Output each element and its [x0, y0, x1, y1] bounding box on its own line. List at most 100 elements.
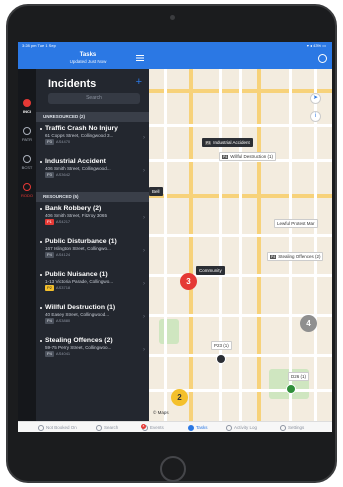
list-view-icon[interactable] — [136, 54, 144, 62]
person-icon — [38, 424, 44, 431]
tab-events[interactable]: 8 Events — [141, 422, 164, 432]
incident-title: Stealing Offences (2) — [45, 337, 113, 344]
priority-badge: P3 — [45, 139, 54, 145]
map-label-community[interactable]: Community — [196, 266, 225, 275]
incident-id: AS4041 — [55, 351, 71, 356]
incident-meta: P3 AS3642 — [45, 172, 149, 178]
bullet-icon — [40, 208, 42, 210]
rail-label: BCST — [21, 165, 33, 170]
unit-pin-icon[interactable] — [286, 384, 296, 394]
chevron-right-icon: › — [143, 281, 145, 287]
rail-item-rodo[interactable]: RODO — [18, 183, 36, 198]
status-time: 3:28 pm Tue 1 Sep — [22, 43, 56, 48]
front-camera — [170, 15, 175, 20]
tab-not-booked-on[interactable]: Not Booked On — [38, 422, 77, 432]
park-area — [159, 319, 179, 344]
search-input[interactable]: Search — [48, 93, 140, 104]
incident-id: AS3718 — [55, 285, 71, 290]
rail-label: RODO — [21, 193, 33, 198]
chevron-right-icon: › — [143, 248, 145, 254]
rail-item-broadcast[interactable]: BCST — [18, 155, 36, 170]
status-bar: 3:28 pm Tue 1 Sep ▾ ◂ 43% ▭ — [18, 42, 332, 49]
priority-badge: P4 — [45, 252, 54, 258]
incident-title: Industrial Accident — [45, 158, 106, 165]
bullet-icon — [40, 241, 42, 243]
priority-badge: P4 — [45, 318, 54, 324]
incident-cluster[interactable]: 4 — [300, 315, 317, 332]
incident-title: Public Disturbance (1) — [45, 238, 117, 245]
chevron-right-icon: › — [143, 168, 145, 174]
incident-item[interactable]: Public Disturbance (1) 167 Islington Str… — [36, 238, 149, 258]
bullet-icon — [40, 274, 42, 276]
incident-item[interactable]: Public Nuisance (1) 1-13 Victoria Parade… — [36, 271, 149, 291]
incident-title: Willful Destruction (1) — [45, 304, 116, 311]
priority-tag: P4 — [222, 155, 229, 159]
incident-id: AS4470 — [55, 139, 71, 144]
chevron-right-icon: › — [143, 135, 145, 141]
activity-icon — [226, 424, 232, 431]
tab-label: Not Booked On — [46, 425, 77, 430]
bullet-icon — [40, 128, 42, 130]
header-title: Tasks — [79, 52, 97, 58]
home-button[interactable] — [160, 456, 186, 482]
tab-activity-log[interactable]: Activity Log — [226, 422, 257, 432]
priority-badge: P4 — [45, 351, 54, 357]
incident-map[interactable]: ➤ i P3 Industrial Accident P4 Willful Dest… — [149, 69, 332, 421]
map-label-text: Stealing Offences (2) — [278, 254, 321, 259]
incident-item[interactable]: Stealing Offences (2) 59-75 Perry Street… — [36, 337, 149, 357]
add-incident-button[interactable]: + — [136, 76, 142, 88]
section-unresourced[interactable]: UNRESOURCED (2) — [36, 112, 149, 122]
priority-badge: P1 — [45, 219, 54, 225]
incident-item[interactable]: Bank Robbery (2) 406 Smith Street, Fitzr… — [36, 205, 149, 225]
incident-id: AS4217 — [55, 219, 71, 224]
incidents-panel: Incidents + Search UNRESOURCED (2) Traff… — [36, 69, 149, 421]
unit-pin-icon[interactable] — [216, 354, 226, 364]
incident-cluster[interactable]: 3 — [180, 273, 197, 290]
incident-id: AS4124 — [55, 252, 71, 257]
priority-tag: P4 — [270, 255, 277, 259]
priority-tag: P3 — [205, 141, 212, 145]
filter-icon[interactable] — [318, 54, 327, 63]
street — [164, 69, 167, 421]
incident-item[interactable]: Industrial Accident 406 Smith Street, Co… — [36, 158, 149, 178]
map-label-lawful-protest[interactable]: Lewful Protest Mar — [274, 219, 318, 228]
incident-item[interactable]: Traffic Crash No Injury 61 Copps Street,… — [36, 125, 149, 145]
incident-id: AS3642 — [55, 172, 71, 177]
incident-cluster[interactable]: 2 — [171, 389, 188, 406]
locate-icon[interactable]: ➤ — [310, 93, 321, 104]
tab-settings[interactable]: Settings — [280, 422, 304, 432]
map-label-willful-destruction[interactable]: P4 Willful Destruction (1) — [219, 152, 277, 161]
panel-title: Incidents — [48, 78, 97, 90]
chevron-right-icon: › — [143, 215, 145, 221]
incident-meta: P4 AS3880 — [45, 318, 149, 324]
tab-search[interactable]: Search — [96, 422, 118, 432]
incident-meta: P3 AS4470 — [45, 139, 149, 145]
incident-id: AS3880 — [55, 318, 71, 323]
rail-item-incidents[interactable]: INCI — [18, 99, 36, 114]
bullet-icon — [40, 340, 42, 342]
incident-item[interactable]: Willful Destruction (1) 40 Easey Street,… — [36, 304, 149, 324]
map-label-stealing-offences[interactable]: P4 Stealing Offences (2) — [267, 252, 324, 261]
events-badge: 8 — [141, 423, 146, 429]
map-label-unit[interactable]: D26 (1) — [288, 372, 310, 381]
alert-icon — [23, 183, 31, 191]
rail-label: INCI — [23, 109, 31, 114]
gear-icon — [280, 424, 286, 431]
map-label-bell[interactable]: Bell — [149, 187, 163, 196]
events-icon: 8 — [141, 423, 148, 431]
incident-meta: P2 AS3718 — [45, 285, 149, 291]
tab-label: Tasks — [196, 425, 208, 430]
rail-label: PATR — [21, 137, 33, 142]
rail-item-patrol[interactable]: PATR — [18, 127, 36, 142]
priority-badge: P3 — [45, 172, 54, 178]
info-icon[interactable]: i — [310, 111, 321, 122]
section-resourced[interactable]: RESOURCED (5) — [36, 192, 149, 202]
map-label-text: Willful Destruction (1) — [230, 154, 274, 159]
incident-title: Public Nuisance (1) — [45, 271, 108, 278]
priority-badge: P2 — [45, 285, 54, 291]
map-label-unit[interactable]: P23 (1) — [211, 341, 232, 350]
map-label-text: Industrial Accident — [213, 140, 250, 145]
tasks-icon — [188, 424, 194, 431]
map-label-industrial-accident[interactable]: P3 Industrial Accident — [202, 138, 253, 147]
tab-tasks[interactable]: Tasks — [188, 422, 208, 432]
